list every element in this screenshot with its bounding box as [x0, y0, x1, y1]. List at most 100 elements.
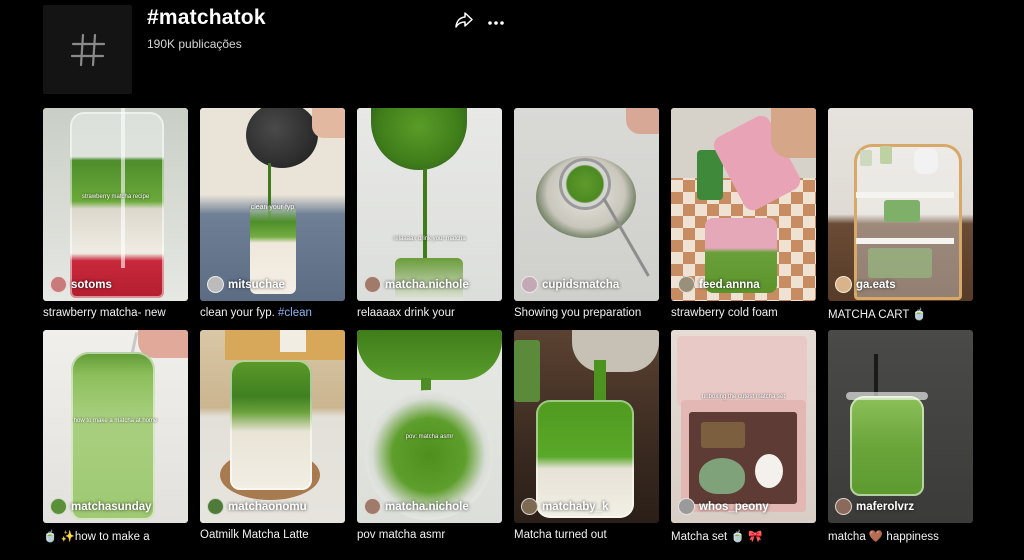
author[interactable]: whos_peony: [678, 498, 769, 515]
avatar: [835, 498, 852, 515]
video-card[interactable]: feed.annna strawberry cold foam: [671, 108, 816, 323]
author[interactable]: matchaby_k: [521, 498, 608, 515]
author[interactable]: matchaonomu: [207, 498, 307, 515]
video-card[interactable]: how to make a matcha at home matchasunda…: [43, 330, 188, 545]
video-caption[interactable]: matcha 🤎 happiness: [828, 529, 973, 545]
video-card[interactable]: maferolvrz matcha 🤎 happiness: [828, 330, 973, 545]
author[interactable]: mitsuchae: [207, 276, 285, 293]
video-card[interactable]: cupidsmatcha Showing you preparation: [514, 108, 659, 323]
video-thumbnail[interactable]: relaaaax drink your matcha matcha.nichol…: [357, 108, 502, 301]
video-caption[interactable]: MATCHA CART 🍵: [828, 307, 973, 323]
matcha-tin: [701, 422, 745, 448]
cup-lid: [846, 392, 928, 400]
author-name: ga.eats: [856, 278, 896, 291]
matcha-tin: [514, 340, 540, 402]
author-name: matcha.nichole: [385, 278, 469, 291]
video-caption[interactable]: clean your fyp. #clean: [200, 307, 345, 323]
video-thumbnail[interactable]: maferolvrz: [828, 330, 973, 523]
video-caption[interactable]: Oatmilk Matcha Latte: [200, 529, 345, 545]
hashtag-header: #matchatok 190K publicações: [0, 0, 1024, 100]
author[interactable]: maferolvrz: [835, 498, 914, 515]
author[interactable]: matcha.nichole: [364, 276, 469, 293]
author[interactable]: cupidsmatcha: [521, 276, 619, 293]
avatar: [364, 498, 381, 515]
video-thumbnail[interactable]: pov: matcha asmr matcha.nichole: [357, 330, 502, 523]
avatar: [678, 276, 695, 293]
author-name: matchaonomu: [228, 500, 307, 513]
video-caption[interactable]: Matcha turned out: [514, 529, 659, 545]
author-name: matchasunday: [71, 500, 152, 513]
hand: [626, 108, 659, 134]
share-icon: [455, 11, 473, 33]
video-caption[interactable]: 🍵 ✨how to make a: [43, 529, 188, 545]
video-thumbnail[interactable]: matchaby_k: [514, 330, 659, 523]
avatar: [835, 276, 852, 293]
author[interactable]: ga.eats: [835, 276, 896, 293]
matcha-bowl: [699, 458, 745, 494]
avatar: [678, 498, 695, 515]
video-caption[interactable]: pov matcha asmr: [357, 529, 502, 545]
overlay-text: clean your fyp: [250, 204, 295, 211]
video-caption[interactable]: Matcha set 🍵 🎀: [671, 529, 816, 545]
author-name: whos_peony: [699, 500, 769, 513]
author[interactable]: sotoms: [50, 276, 112, 293]
video-caption[interactable]: strawberry matcha- new: [43, 307, 188, 323]
video-card[interactable]: pov: matcha asmr matcha.nichole pov matc…: [357, 330, 502, 545]
video-card[interactable]: strawberry matcha recipe sotoms strawber…: [43, 108, 188, 323]
author[interactable]: matcha.nichole: [364, 498, 469, 515]
whisk-holder: [755, 454, 783, 488]
cart-shelf: [856, 238, 954, 244]
cart-shelf: [856, 192, 954, 198]
video-thumbnail[interactable]: how to make a matcha at home matchasunda…: [43, 330, 188, 523]
overlay-text: pov: matcha asmr: [405, 434, 454, 440]
more-icon: [487, 13, 505, 31]
avatar: [50, 276, 67, 293]
avatar: [207, 498, 224, 515]
author[interactable]: matchasunday: [50, 498, 152, 515]
video-thumbnail[interactable]: matchaonomu: [200, 330, 345, 523]
video-thumbnail[interactable]: cupidsmatcha: [514, 108, 659, 301]
video-thumbnail[interactable]: feed.annna: [671, 108, 816, 301]
video-caption[interactable]: Showing you preparation: [514, 307, 659, 323]
video-thumbnail[interactable]: ga.eats: [828, 108, 973, 301]
iced-matcha-cup: [850, 396, 924, 496]
matcha-bowl: [371, 108, 467, 170]
green-cups: [884, 200, 920, 222]
video-card[interactable]: matchaonomu Oatmilk Matcha Latte: [200, 330, 345, 545]
author-name: sotoms: [71, 278, 112, 291]
avatar: [521, 498, 538, 515]
author-name: cupidsmatcha: [542, 278, 620, 291]
video-grid: strawberry matcha recipe sotoms strawber…: [43, 108, 973, 545]
overlay-text: how to make a matcha at home: [73, 418, 158, 424]
video-card[interactable]: ga.eats MATCHA CART 🍵: [828, 108, 973, 323]
hashtag-link[interactable]: #clean: [278, 307, 312, 319]
avatar: [50, 498, 67, 515]
author-name: matcha.nichole: [385, 500, 469, 513]
matcha-stream: [423, 168, 427, 263]
video-caption[interactable]: strawberry cold foam: [671, 307, 816, 323]
author-name: mitsuchae: [228, 278, 285, 291]
author[interactable]: feed.annna: [678, 276, 760, 293]
kettle: [914, 148, 938, 174]
matcha-tin: [280, 330, 306, 352]
video-thumbnail[interactable]: unboxing the cutest matcha set whos_peon…: [671, 330, 816, 523]
video-card[interactable]: matchaby_k Matcha turned out: [514, 330, 659, 545]
iced-latte-glass: [71, 352, 155, 520]
overlay-text: relaaaax drink your matcha: [393, 236, 466, 242]
avatar: [364, 276, 381, 293]
video-thumbnail[interactable]: strawberry matcha recipe sotoms: [43, 108, 188, 301]
overlay-text: unboxing the cutest matcha set: [701, 394, 786, 400]
video-card[interactable]: unboxing the cutest matcha set whos_peon…: [671, 330, 816, 545]
author-name: matchaby_k: [542, 500, 609, 513]
matcha-jar: [860, 150, 872, 166]
matcha-jar: [880, 146, 892, 164]
pouring-cup: [572, 330, 659, 372]
more-options-button[interactable]: [484, 10, 508, 34]
share-button[interactable]: [452, 10, 476, 34]
video-thumbnail[interactable]: clean your fyp mitsuchae: [200, 108, 345, 301]
video-caption[interactable]: relaaaax drink your: [357, 307, 502, 323]
glassware: [868, 248, 932, 278]
video-card[interactable]: clean your fyp mitsuchae clean your fyp.…: [200, 108, 345, 323]
video-card[interactable]: relaaaax drink your matcha matcha.nichol…: [357, 108, 502, 323]
pouring-glass: [357, 330, 502, 380]
